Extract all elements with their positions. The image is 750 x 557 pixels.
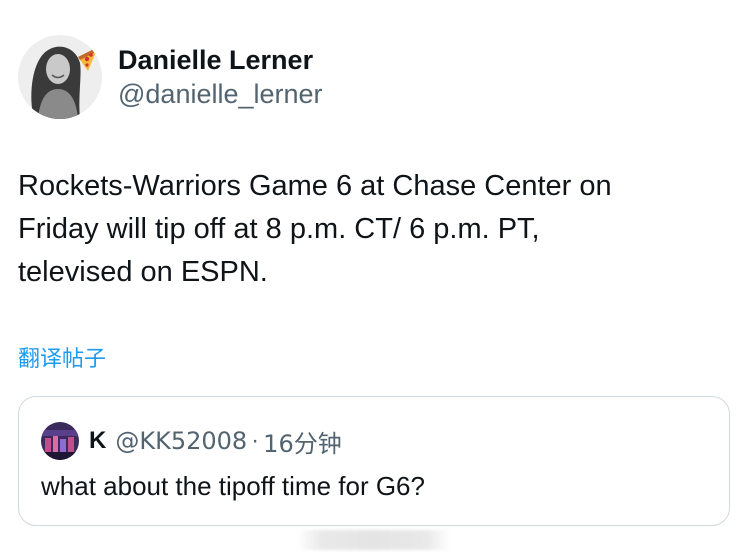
quoted-tweet-card[interactable]: K @KK52008 · 16分钟 what about the tipoff …	[18, 396, 730, 526]
quote-author-name[interactable]: K	[89, 427, 106, 455]
quoted-tweet-header: K @KK52008 · 16分钟	[41, 422, 342, 460]
blurred-watermark	[298, 530, 450, 550]
quote-author-avatar[interactable]	[41, 422, 79, 460]
author-avatar[interactable]	[18, 35, 102, 119]
quote-timestamp[interactable]: 16分钟	[263, 424, 342, 459]
tweet-text-line: Rockets-Warriors Game 6 at Chase Center …	[18, 170, 612, 202]
tweet-author[interactable]: Danielle Lerner @danielle_lerner	[18, 34, 323, 120]
quote-author-handle[interactable]: @KK52008	[115, 427, 247, 455]
author-display-name[interactable]: Danielle Lerner	[118, 43, 323, 77]
translate-post-link[interactable]: 翻译帖子	[18, 345, 106, 375]
tweet-text-line: televised on ESPN.	[18, 256, 268, 288]
author-handle[interactable]: @danielle_lerner	[118, 77, 323, 111]
tweet-text-line: Friday will tip off at 8 p.m. CT/ 6 p.m.…	[18, 213, 540, 245]
profile-photo	[18, 35, 102, 119]
separator-dot: ·	[251, 427, 260, 454]
quote-author-avatar-image	[41, 422, 79, 460]
quoted-tweet-text: what about the tipoff time for G6?	[41, 471, 425, 501]
tweet-text: Rockets-Warriors Game 6 at Chase Center …	[18, 165, 718, 294]
